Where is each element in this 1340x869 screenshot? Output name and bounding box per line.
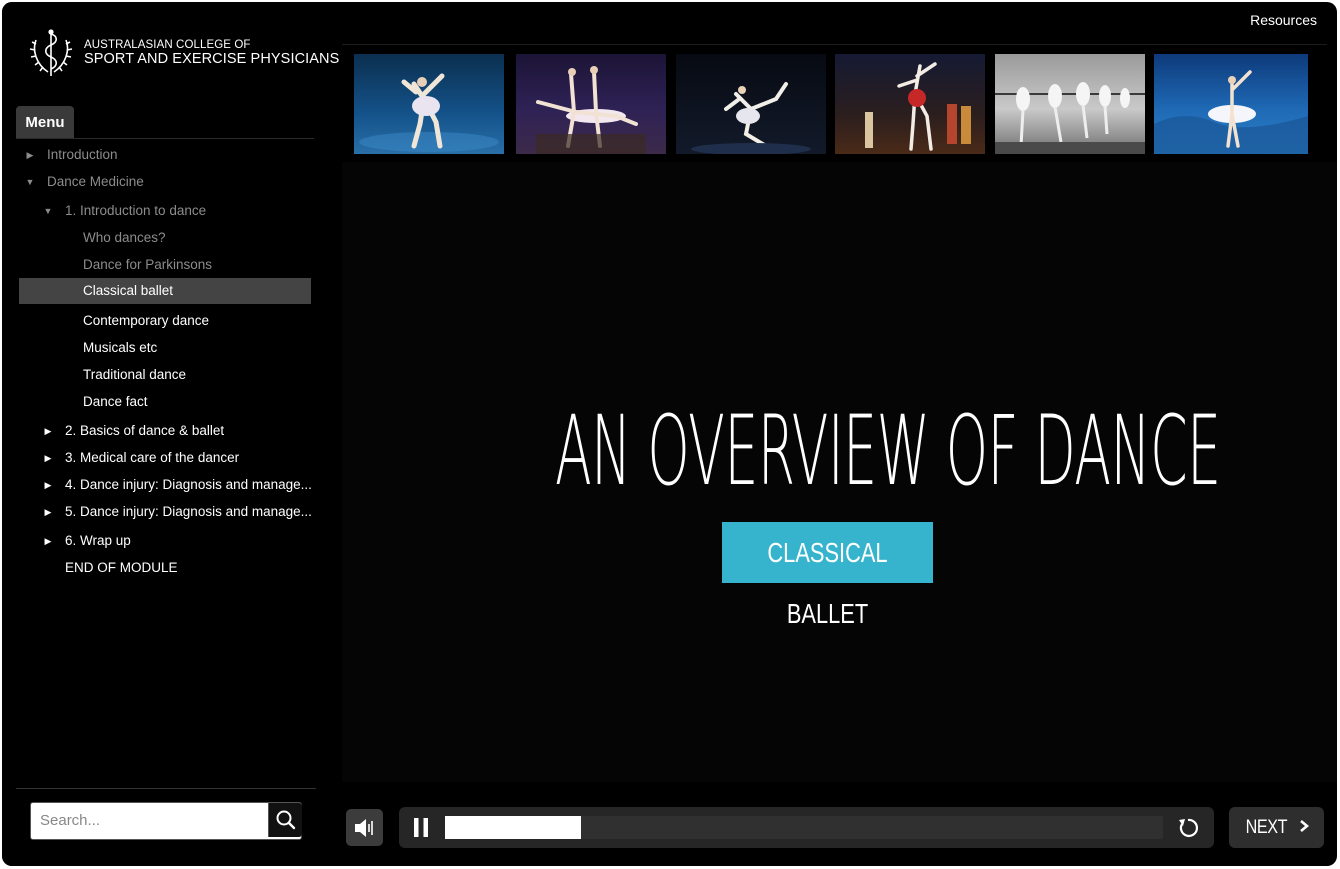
- logo-text-line1: AUSTRALASIAN COLLEGE OF: [84, 39, 251, 51]
- chevron-down-icon: ▼: [43, 206, 53, 216]
- header-divider: [342, 44, 1327, 45]
- pause-button[interactable]: [411, 817, 431, 838]
- caduceus-logo-icon: [29, 29, 73, 76]
- nav-traditional-dance[interactable]: Traditional dance: [83, 362, 186, 388]
- replay-icon: [1179, 818, 1199, 837]
- nav-label: Dance Medicine: [47, 174, 144, 189]
- chevron-right-icon: [1300, 820, 1310, 832]
- speaker-icon: [355, 819, 373, 837]
- logo-text-line2: SPORT AND EXERCISE PHYSICIANS: [84, 51, 340, 67]
- next-button[interactable]: NEXT: [1229, 807, 1324, 848]
- chevron-right-icon: ▶: [44, 480, 52, 490]
- sidebar-divider: [16, 788, 316, 789]
- volume-button[interactable]: [346, 809, 383, 846]
- search-input[interactable]: [31, 803, 257, 837]
- chevron-down-icon: ▼: [25, 177, 35, 187]
- nav-label: 4. Dance injury: Diagnosis and manage...: [65, 477, 312, 492]
- player-window: AUSTRALASIAN COLLEGE OF SPORT AND EXERCI…: [2, 2, 1337, 866]
- chevron-right-icon: ▶: [26, 150, 34, 160]
- nav-musicals-etc[interactable]: Musicals etc: [83, 335, 157, 361]
- ballet-photo-4: [835, 54, 985, 154]
- nav-contemporary-dance[interactable]: Contemporary dance: [83, 308, 209, 334]
- chevron-right-icon: ▶: [44, 536, 52, 546]
- next-label: NEXT: [1245, 817, 1287, 838]
- search-box: [30, 802, 302, 840]
- college-logo: AUSTRALASIAN COLLEGE OF SPORT AND EXERCI…: [28, 26, 339, 82]
- nav-label: 1. Introduction to dance: [65, 203, 207, 218]
- playback-bar: [399, 807, 1214, 848]
- progress-fill: [445, 816, 582, 839]
- progress-track[interactable]: [445, 816, 1163, 839]
- nav-dance-for-parkinsons[interactable]: Dance for Parkinsons: [83, 252, 212, 278]
- nav-end-of-module[interactable]: END OF MODULE: [65, 555, 178, 581]
- ballet-photo-1: [354, 54, 504, 154]
- sidebar: AUSTRALASIAN COLLEGE OF SPORT AND EXERCI…: [2, 2, 339, 866]
- slide-subtitle: CLASSICAL BALLET: [767, 537, 888, 629]
- ballet-photo-3: [676, 54, 826, 154]
- nav-label: 6. Wrap up: [65, 533, 131, 548]
- player-controls: NEXT: [342, 802, 1337, 850]
- nav-label: 2. Basics of dance & ballet: [65, 423, 225, 438]
- search-button[interactable]: [268, 803, 302, 837]
- chevron-right-icon: ▶: [44, 453, 52, 463]
- nav-dance-fact[interactable]: Dance fact: [83, 389, 148, 415]
- nav-who-dances[interactable]: Who dances?: [83, 225, 166, 251]
- search-icon: [276, 810, 296, 830]
- nav-label: 3. Medical care of the dancer: [65, 450, 240, 465]
- menu-tab[interactable]: Menu: [16, 106, 74, 139]
- slide-title: AN OVERVIEW OF DANCE: [554, 395, 1221, 507]
- ballet-photo-6: [1154, 54, 1308, 154]
- ballet-photo-5: [995, 54, 1145, 154]
- ballet-photo-2: [516, 54, 666, 154]
- nav-classical-ballet[interactable]: Classical ballet: [83, 278, 173, 304]
- resources-link[interactable]: Resources: [1250, 12, 1317, 28]
- menu-divider: [16, 138, 314, 139]
- slide-subtitle-badge: CLASSICAL BALLET: [722, 522, 933, 629]
- replay-button[interactable]: [1176, 816, 1200, 840]
- pause-icon: [414, 818, 428, 837]
- nav-label: 5. Dance injury: Diagnosis and manage...: [65, 504, 312, 519]
- chevron-right-icon: ▶: [44, 426, 52, 436]
- main-content: Resources AN OVERVIEW OF DANCE CLASSICAL…: [342, 2, 1337, 866]
- nav-label: Introduction: [47, 147, 118, 162]
- chevron-right-icon: ▶: [44, 507, 52, 517]
